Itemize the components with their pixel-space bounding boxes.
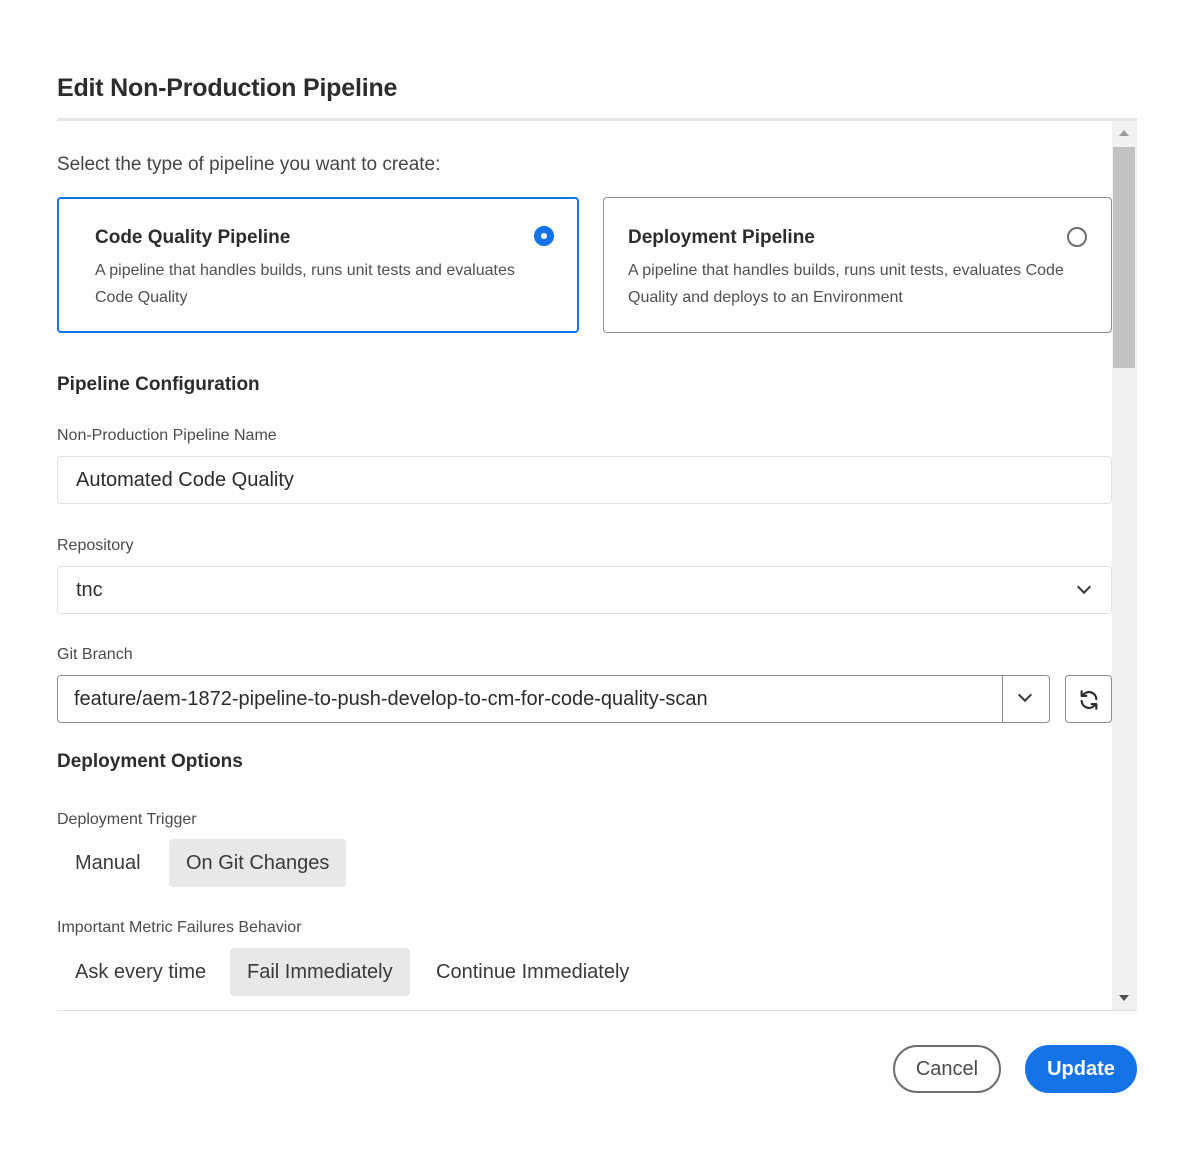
edit-pipeline-dialog: Edit Non-Production Pipeline Select the … bbox=[0, 0, 1197, 1151]
scrollbar-thumb[interactable] bbox=[1113, 147, 1135, 368]
card-description: A pipeline that handles builds, runs uni… bbox=[95, 262, 515, 306]
card-description: A pipeline that handles builds, runs uni… bbox=[628, 262, 1064, 306]
failure-ask-every-time-option[interactable]: Ask every time bbox=[58, 948, 223, 996]
dialog-content: Select the type of pipeline you want to … bbox=[57, 121, 1137, 1011]
cancel-button[interactable]: Cancel bbox=[893, 1045, 1001, 1093]
card-title: Code Quality Pipeline bbox=[95, 227, 291, 248]
pipeline-name-value: Automated Code Quality bbox=[76, 469, 294, 491]
git-branch-dropdown-button[interactable] bbox=[1003, 676, 1049, 722]
dialog-title: Edit Non-Production Pipeline bbox=[57, 74, 398, 102]
failure-fail-immediately-option[interactable]: Fail Immediately bbox=[230, 948, 410, 996]
radio-unselected-icon[interactable] bbox=[1067, 227, 1087, 247]
deployment-options-heading: Deployment Options bbox=[57, 751, 243, 772]
repository-select[interactable]: tnc bbox=[57, 566, 1112, 614]
footer-divider bbox=[57, 1010, 1137, 1011]
trigger-manual-option[interactable]: Manual bbox=[58, 839, 158, 887]
pipeline-configuration-heading: Pipeline Configuration bbox=[57, 374, 260, 395]
refresh-branches-button[interactable] bbox=[1065, 675, 1112, 723]
pipeline-name-label: Non-Production Pipeline Name bbox=[57, 427, 277, 444]
card-title: Deployment Pipeline bbox=[628, 227, 815, 248]
scroll-up-arrow-icon[interactable] bbox=[1119, 130, 1129, 136]
radio-selected-icon[interactable] bbox=[534, 226, 554, 246]
failure-behavior-label: Important Metric Failures Behavior bbox=[57, 919, 302, 936]
pipeline-type-prompt: Select the type of pipeline you want to … bbox=[57, 154, 441, 175]
refresh-icon bbox=[1080, 690, 1098, 710]
repository-label: Repository bbox=[57, 537, 134, 554]
git-branch-value[interactable]: feature/aem-1872-pipeline-to-push-develo… bbox=[74, 688, 708, 711]
repository-value: tnc bbox=[76, 579, 103, 601]
scroll-down-arrow-icon[interactable] bbox=[1119, 995, 1129, 1001]
failure-continue-immediately-option[interactable]: Continue Immediately bbox=[419, 948, 646, 996]
deployment-pipeline-card[interactable]: Deployment Pipeline A pipeline that hand… bbox=[603, 197, 1112, 333]
update-button[interactable]: Update bbox=[1025, 1045, 1137, 1093]
content-scrollbar[interactable] bbox=[1112, 121, 1137, 1010]
deployment-trigger-label: Deployment Trigger bbox=[57, 811, 197, 828]
trigger-on-git-changes-option[interactable]: On Git Changes bbox=[169, 839, 347, 887]
chevron-down-icon bbox=[1017, 687, 1033, 703]
code-quality-pipeline-card[interactable]: Code Quality Pipeline A pipeline that ha… bbox=[57, 197, 579, 333]
pipeline-name-input[interactable]: Automated Code Quality bbox=[57, 456, 1112, 504]
git-branch-combobox[interactable]: feature/aem-1872-pipeline-to-push-develo… bbox=[57, 675, 1050, 723]
git-branch-label: Git Branch bbox=[57, 646, 133, 663]
chevron-down-icon bbox=[1076, 579, 1092, 595]
